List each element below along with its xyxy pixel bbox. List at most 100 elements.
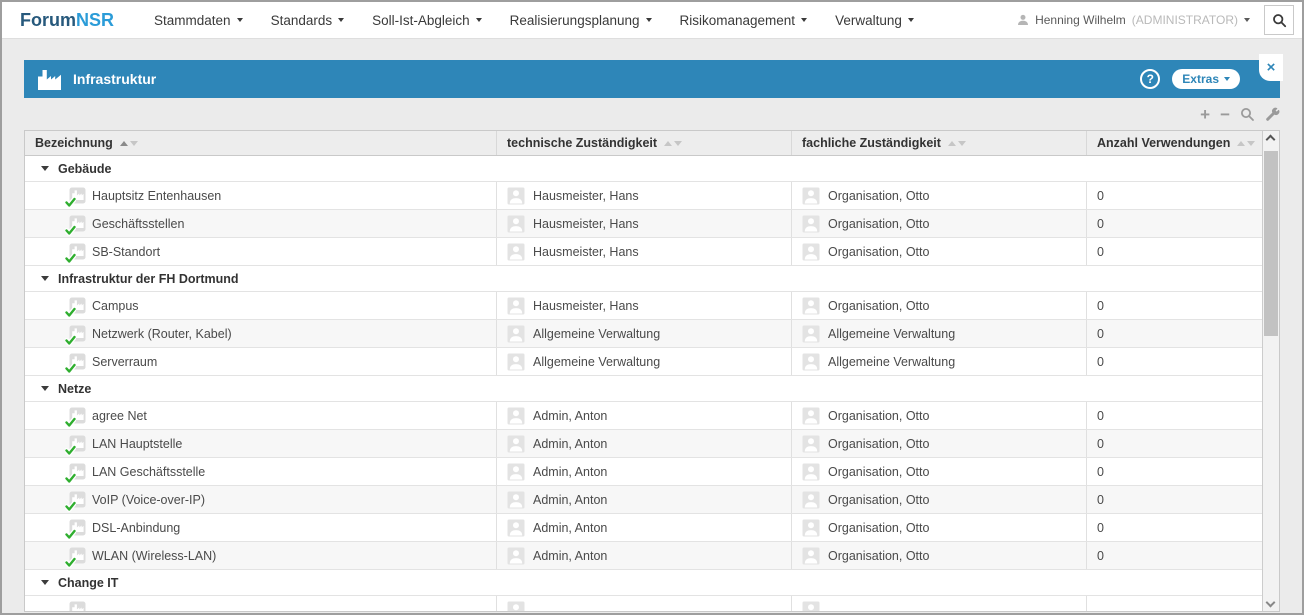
cell-fachliche-zustaendigkeit: Organisation, Otto (792, 486, 1087, 513)
scrollbar-thumb[interactable] (1264, 151, 1278, 336)
cell-fachliche-zustaendigkeit: Organisation, Otto (792, 210, 1087, 237)
person-icon (802, 325, 820, 343)
extras-button[interactable]: Extras (1172, 69, 1240, 89)
responsible-name: Admin, Anton (533, 493, 607, 507)
global-search-button[interactable] (1264, 5, 1294, 35)
check-icon (65, 501, 76, 512)
cell-technische-zustaendigkeit (497, 596, 792, 612)
column-header-fachliche-zustaendigkeit[interactable]: fachliche Zuständigkeit (792, 131, 1087, 155)
column-header-bezeichnung[interactable]: Bezeichnung (25, 131, 497, 155)
row-label: VoIP (Voice-over-IP) (92, 493, 205, 507)
person-icon (802, 519, 820, 537)
chevron-down-icon (646, 18, 652, 22)
menu-standards[interactable]: Standards (257, 2, 359, 38)
sort-icons (948, 141, 966, 146)
infrastructure-status-icon (69, 215, 86, 232)
cell-anzahl-verwendungen: 0 (1087, 402, 1262, 429)
application-window: ForumNSR Stammdaten Standards Soll-Ist-A… (0, 0, 1304, 615)
sort-desc-icon (958, 141, 966, 146)
table-row[interactable]: LAN HauptstelleAdmin, AntonOrganisation,… (25, 430, 1262, 458)
menu-stammdaten[interactable]: Stammdaten (140, 2, 257, 38)
infrastructure-status-icon (69, 325, 86, 342)
table-row[interactable] (25, 596, 1262, 612)
logo-part-2: NSR (76, 10, 114, 30)
column-header-technische-zustaendigkeit[interactable]: technische Zuständigkeit (497, 131, 792, 155)
menu-risikomanagement[interactable]: Risikomanagement (666, 2, 822, 38)
group-row[interactable]: Change IT (25, 570, 1262, 596)
cell-bezeichnung: DSL-Anbindung (25, 514, 497, 541)
settings-button[interactable] (1265, 107, 1280, 122)
close-panel-button[interactable]: × (1259, 54, 1283, 81)
person-icon (507, 297, 525, 315)
group-row[interactable]: Gebäude (25, 156, 1262, 182)
usage-count: 0 (1097, 465, 1104, 479)
sort-desc-icon (130, 141, 138, 146)
cell-anzahl-verwendungen: 0 (1087, 348, 1262, 375)
person-icon (802, 353, 820, 371)
usage-count: 0 (1097, 493, 1104, 507)
infrastructure-table: Bezeichnung technische Zuständigkeit fac… (24, 130, 1280, 612)
remove-button[interactable]: − (1220, 106, 1230, 123)
menu-verwaltung[interactable]: Verwaltung (821, 2, 928, 38)
cell-anzahl-verwendungen: 0 (1087, 458, 1262, 485)
cell-technische-zustaendigkeit: Admin, Anton (497, 542, 792, 569)
row-label: SB-Standort (92, 245, 160, 259)
cell-technische-zustaendigkeit: Hausmeister, Hans (497, 292, 792, 319)
column-header-anzahl-verwendungen[interactable]: Anzahl Verwendungen (1087, 131, 1262, 155)
menu-realisierungsplanung[interactable]: Realisierungsplanung (496, 2, 666, 38)
check-icon (65, 557, 76, 568)
search-grid-button[interactable] (1240, 107, 1255, 122)
table-row[interactable]: Netzwerk (Router, Kabel)Allgemeine Verwa… (25, 320, 1262, 348)
check-icon (65, 307, 76, 318)
cell-technische-zustaendigkeit: Allgemeine Verwaltung (497, 320, 792, 347)
table-row[interactable]: DSL-AnbindungAdmin, AntonOrganisation, O… (25, 514, 1262, 542)
table-row[interactable]: LAN GeschäftsstelleAdmin, AntonOrganisat… (25, 458, 1262, 486)
cell-anzahl-verwendungen: 0 (1087, 182, 1262, 209)
table-row[interactable]: SB-StandortHausmeister, HansOrganisation… (25, 238, 1262, 266)
person-icon (507, 519, 525, 537)
row-label: LAN Geschäftsstelle (92, 465, 205, 479)
cell-technische-zustaendigkeit: Admin, Anton (497, 514, 792, 541)
user-menu[interactable]: Henning Wilhelm (ADMINISTRATOR) (1017, 13, 1250, 27)
group-row[interactable]: Netze (25, 376, 1262, 402)
group-label: Infrastruktur der FH Dortmund (58, 272, 239, 286)
add-button[interactable]: + (1200, 106, 1210, 123)
person-icon (507, 353, 525, 371)
collapse-icon (41, 276, 49, 281)
table-row[interactable]: GeschäftsstellenHausmeister, HansOrganis… (25, 210, 1262, 238)
menu-label: Soll-Ist-Abgleich (372, 13, 470, 28)
responsible-name: Organisation, Otto (828, 409, 929, 423)
person-icon (802, 325, 820, 343)
scroll-up-icon[interactable] (1266, 135, 1276, 145)
help-button[interactable]: ? (1140, 69, 1160, 89)
person-icon (507, 435, 525, 453)
table-row[interactable]: WLAN (Wireless-LAN)Admin, AntonOrganisat… (25, 542, 1262, 570)
cell-bezeichnung: Netzwerk (Router, Kabel) (25, 320, 497, 347)
table-row[interactable]: Hauptsitz EntenhausenHausmeister, HansOr… (25, 182, 1262, 210)
vertical-scrollbar[interactable] (1262, 131, 1279, 611)
usage-count: 0 (1097, 549, 1104, 563)
person-icon (802, 601, 820, 613)
infrastructure-status-icon (69, 407, 86, 424)
main-menu: Stammdaten Standards Soll-Ist-Abgleich R… (140, 2, 928, 38)
table-row[interactable]: VoIP (Voice-over-IP) Admin, Anton Organisa… (25, 486, 1262, 514)
search-icon (1240, 107, 1255, 122)
app-logo[interactable]: ForumNSR (20, 10, 114, 31)
responsible-name: Hausmeister, Hans (533, 217, 639, 231)
top-navbar: ForumNSR Stammdaten Standards Soll-Ist-A… (2, 2, 1302, 39)
usage-count: 0 (1097, 355, 1104, 369)
table-header-row: Bezeichnung technische Zuständigkeit fac… (25, 131, 1262, 156)
person-icon (802, 187, 820, 205)
table-row[interactable]: CampusHausmeister, HansOrganisation, Ott… (25, 292, 1262, 320)
cell-technische-zustaendigkeit: Admin, Anton (497, 458, 792, 485)
cell-anzahl-verwendungen: 0 (1087, 320, 1262, 347)
group-row[interactable]: Infrastruktur der FH Dortmund (25, 266, 1262, 292)
menu-soll-ist-abgleich[interactable]: Soll-Ist-Abgleich (358, 2, 496, 38)
infrastructure-status-icon (69, 547, 86, 564)
table-row[interactable]: agree NetAdmin, AntonOrganisation, Otto0 (25, 402, 1262, 430)
usage-count: 0 (1097, 437, 1104, 451)
table-row[interactable]: ServerraumAllgemeine VerwaltungAllgemein… (25, 348, 1262, 376)
sort-icons (1237, 141, 1255, 146)
scroll-down-icon[interactable] (1266, 598, 1276, 608)
person-icon (802, 215, 820, 233)
